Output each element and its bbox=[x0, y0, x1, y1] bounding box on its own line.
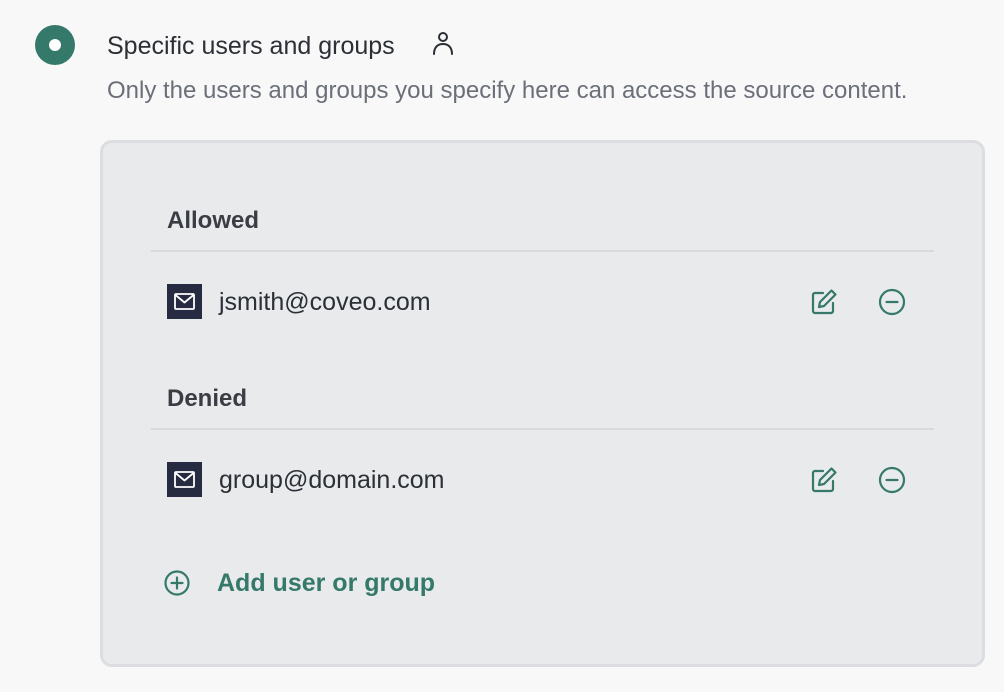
add-user-or-group-label: Add user or group bbox=[217, 569, 436, 597]
remove-icon[interactable] bbox=[877, 465, 907, 495]
denied-divider bbox=[151, 428, 934, 430]
allowed-divider bbox=[151, 250, 934, 252]
specific-users-radio[interactable] bbox=[35, 25, 75, 65]
allowed-heading: Allowed bbox=[167, 207, 260, 234]
denied-entry-email: group@domain.com bbox=[219, 466, 445, 494]
edit-icon[interactable] bbox=[809, 287, 839, 317]
option-title: Specific users and groups bbox=[107, 32, 395, 60]
allowed-entry: jsmith@coveo.com bbox=[167, 284, 917, 320]
user-icon bbox=[433, 32, 453, 55]
option-description: Only the users and groups you specify he… bbox=[107, 77, 908, 104]
denied-heading: Denied bbox=[167, 385, 248, 412]
add-user-or-group-button[interactable]: Add user or group bbox=[163, 566, 463, 602]
allowed-entry-email: jsmith@coveo.com bbox=[219, 288, 431, 316]
plus-circle-icon bbox=[164, 570, 190, 596]
mail-icon bbox=[167, 284, 202, 319]
denied-entry: group@domain.com bbox=[167, 462, 917, 498]
mail-icon bbox=[167, 462, 202, 497]
edit-icon[interactable] bbox=[809, 465, 839, 495]
remove-icon[interactable] bbox=[877, 287, 907, 317]
